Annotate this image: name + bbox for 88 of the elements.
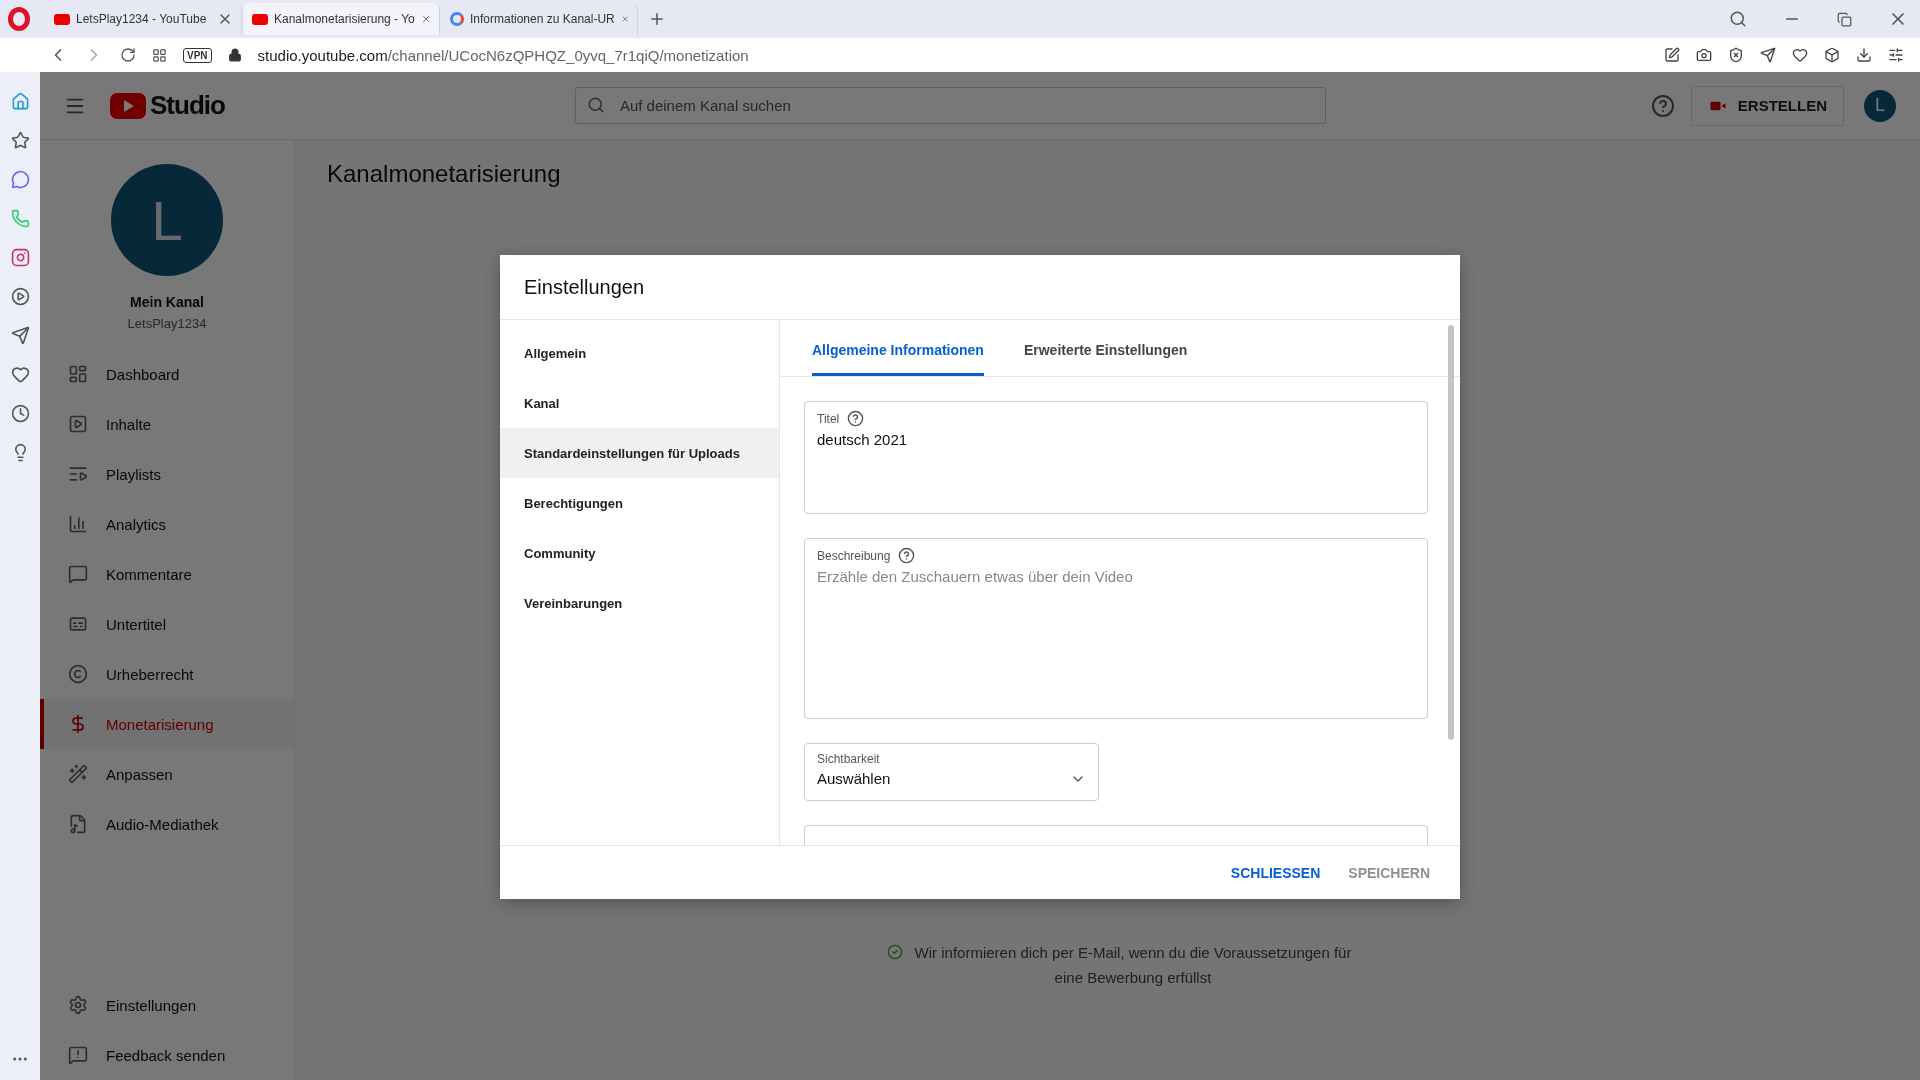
nav-item[interactable]: Anpassen — [40, 749, 294, 799]
settings-section[interactable]: Berechtigungen — [500, 478, 779, 528]
heart-icon[interactable] — [1792, 47, 1808, 63]
field-value: deutsch 2021 — [817, 431, 909, 448]
tab-title: LetsPlay1234 - YouTube — [76, 12, 208, 26]
search-field[interactable]: Auf deinem Kanal suchen — [574, 87, 1326, 124]
youtube-icon — [54, 13, 70, 25]
wand-icon — [68, 764, 88, 784]
description-field[interactable]: Beschreibung Erzähle den Zuschauern etwas über dein Video — [804, 538, 1428, 719]
field-label: Sichtbarkeit — [817, 752, 881, 766]
nav-item[interactable]: Playlists — [40, 449, 294, 499]
create-button[interactable]: ERSTELLEN — [1690, 85, 1844, 126]
feedback-icon — [68, 1045, 88, 1065]
nav-item[interactable]: Untertitel — [40, 599, 294, 649]
edit-icon[interactable] — [1664, 47, 1680, 63]
settings-section[interactable]: Allgemein — [500, 328, 779, 378]
send-icon[interactable] — [10, 326, 30, 345]
channel-handle: LetsPlay1234 — [126, 316, 208, 331]
page-title: Kanalmonetarisierung — [327, 160, 562, 188]
new-tab-icon[interactable] — [648, 10, 666, 28]
help-icon[interactable] — [847, 410, 865, 427]
camera-icon[interactable] — [1696, 47, 1712, 63]
restore-icon[interactable] — [1837, 11, 1852, 27]
download-icon[interactable] — [1856, 47, 1872, 63]
box-icon[interactable] — [1824, 47, 1840, 63]
messenger-icon[interactable] — [10, 170, 30, 189]
vpn-badge[interactable]: VPN — [183, 47, 212, 63]
help-icon[interactable] — [1650, 93, 1675, 118]
url-field[interactable]: studio.youtube.com/channel/UCocN6zQPHQZ_0yvq_7r1qiQ/monetization — [257, 46, 749, 64]
play-logo-icon — [110, 92, 146, 119]
search-icon[interactable] — [1729, 10, 1747, 28]
search-icon — [586, 96, 605, 114]
subtitles-icon — [68, 614, 88, 634]
tab-title: Kanalmonetarisierung - Yo — [274, 12, 415, 26]
browser-tab[interactable]: Informationen zu Kanal-UR — [442, 3, 638, 35]
field-label: Beschreibung — [817, 548, 891, 563]
nav-item[interactable]: Audio-Mediathek — [40, 799, 294, 849]
settings-section[interactable]: Standardeinstellungen für Uploads — [500, 428, 779, 478]
copyright-icon — [68, 664, 88, 684]
nav-item[interactable]: Inhalte — [40, 399, 294, 449]
browser-logo-icon[interactable] — [8, 7, 30, 31]
check-icon — [887, 944, 903, 960]
settings-section[interactable]: Vereinbarungen — [500, 578, 779, 628]
browser-tab[interactable]: LetsPlay1234 - YouTube — [46, 3, 242, 35]
play-icon[interactable] — [10, 287, 30, 306]
comment-icon — [68, 564, 88, 584]
instagram-icon[interactable] — [10, 248, 30, 267]
shield-icon[interactable] — [1728, 47, 1744, 63]
dialog-tab[interactable]: Erweiterte Einstellungen — [1023, 320, 1188, 376]
help-icon[interactable] — [898, 547, 916, 564]
channel-name: Mein Kanal — [129, 294, 205, 310]
studio-logo[interactable]: Studio — [150, 90, 225, 121]
nav-item[interactable]: Dashboard — [40, 349, 294, 399]
list-icon — [68, 464, 88, 484]
browser-tab[interactable]: Kanalmonetarisierung - Yo — [244, 3, 440, 35]
send-icon[interactable] — [1760, 47, 1776, 63]
nav-item[interactable]: Analytics — [40, 499, 294, 549]
play-icon — [68, 414, 88, 434]
tab-title: Informationen zu Kanal-UR — [470, 12, 615, 26]
music-file-icon — [68, 814, 88, 834]
nav-item[interactable]: Kommentare — [40, 549, 294, 599]
reload-icon[interactable] — [120, 47, 136, 63]
bar-chart-icon — [68, 514, 88, 534]
home-icon[interactable] — [10, 92, 30, 111]
nav-item[interactable]: Einstellungen — [40, 980, 294, 1030]
settings-icon[interactable] — [1888, 47, 1904, 63]
title-field[interactable]: Titel deutsch 2021 — [804, 401, 1428, 514]
settings-section[interactable]: Community — [500, 528, 779, 578]
star-icon[interactable] — [10, 131, 30, 150]
settings-icon — [68, 995, 88, 1015]
dashboard-icon — [68, 364, 88, 384]
lock-icon — [227, 48, 242, 62]
field-value: Auswählen — [817, 770, 891, 787]
grid-icon[interactable] — [152, 47, 167, 63]
heart-icon[interactable] — [10, 365, 30, 384]
close-button[interactable]: SCHLIESSEN — [1220, 856, 1331, 889]
nav-item[interactable]: Feedback senden — [40, 1030, 294, 1080]
settings-section[interactable]: Kanal — [500, 378, 779, 428]
field-label: Titel — [817, 411, 840, 426]
visibility-dropdown[interactable]: Sichtbarkeit Auswählen — [804, 743, 1099, 801]
dialog-tab[interactable]: Allgemeine Informationen — [812, 320, 984, 376]
google-icon — [450, 12, 464, 26]
dialog-title: Einstellungen — [500, 255, 1460, 320]
youtube-icon — [252, 13, 268, 25]
notice-text: Wir informieren dich per E-Mail, wenn du die Voraussetzungen für eine Bewerbung erfüllst — [913, 943, 1353, 988]
clock-icon[interactable] — [10, 404, 30, 423]
avatar[interactable]: L — [1864, 89, 1896, 122]
nav-item[interactable]: Urheberrecht — [40, 649, 294, 699]
